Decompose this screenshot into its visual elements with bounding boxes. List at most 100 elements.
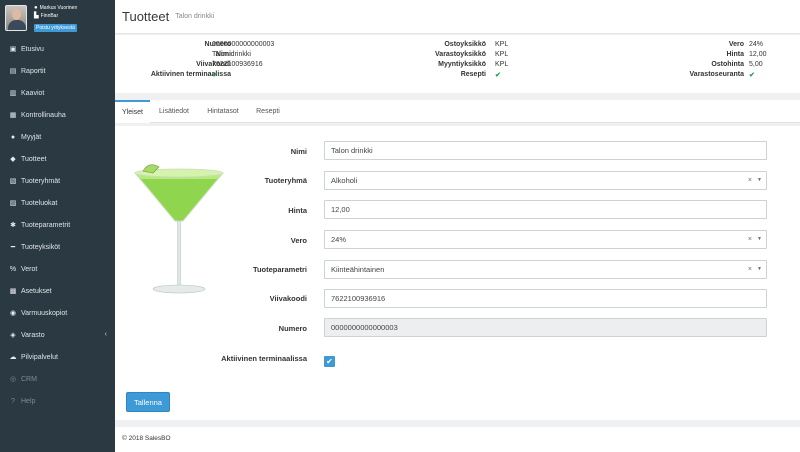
avatar <box>5 5 27 31</box>
tab-bar: Yleiset Lisätiedot Hintatasot Resepti <box>115 100 800 123</box>
sidebar-item-tuoteparametrit[interactable]: ✱ Tuoteparametrit <box>0 214 115 236</box>
numero-label: Numero <box>278 324 307 333</box>
info-value: 24% <box>749 41 764 48</box>
sidebar-item-varasto[interactable]: ◈ Varasto ‹ <box>0 324 115 346</box>
tax-value: 24% <box>331 235 347 244</box>
user-name-row: ● Markus Vuorinen <box>34 5 77 12</box>
chevron-down-icon: ▼ <box>757 177 762 183</box>
info-value: Talon drinkki <box>212 51 251 58</box>
number-field: 0000000000000003 <box>324 318 767 337</box>
info-value: KPL <box>495 61 509 68</box>
barcode-field[interactable]: 7622100936916 <box>324 289 767 308</box>
info-label: Varastoyksikkö <box>435 51 486 58</box>
sidebar-item-kontrollinauha[interactable]: ▦ Kontrollinauha <box>0 104 115 126</box>
class-icon: ▨ <box>9 200 17 207</box>
sidebar-item-tuoteyksikot[interactable]: ━ Tuoteyksiköt <box>0 236 115 258</box>
user-panel: ● Markus Vuorinen ▙ FinnBar Poistu yrityks… <box>0 0 115 38</box>
tuoteparametri-label: Tuoteparametri <box>252 265 307 274</box>
info-label: Ostohinta <box>711 61 744 68</box>
clear-icon[interactable]: × <box>748 261 752 278</box>
sidebar-item-crm[interactable]: ◎ CRM <box>0 368 115 390</box>
chevron-left-icon: ‹ <box>104 331 107 338</box>
info-label: Aktiivinen terminaalissa <box>150 71 231 78</box>
check-icon: ✔ <box>212 72 218 79</box>
info-value: 7622100936916 <box>212 61 263 68</box>
building-icon: ▙ <box>34 13 39 19</box>
sidebar-item-kaaviot[interactable]: ▥ Kaaviot <box>0 82 115 104</box>
product-group-value: Alkoholi <box>331 176 358 185</box>
company-row: ▙ FinnBar <box>34 13 58 20</box>
tab-hintatasot[interactable]: Hintatasot <box>199 100 247 123</box>
settings-icon: ▩ <box>9 288 17 295</box>
info-value: 12,00 <box>749 51 767 58</box>
info-value: KPL <box>495 51 509 58</box>
info-label: Vero <box>728 41 744 48</box>
tax-select[interactable]: 24% × ▼ <box>324 230 767 249</box>
save-button[interactable]: Tallenna <box>126 392 170 412</box>
stock-icon: ◈ <box>10 332 16 339</box>
price-field[interactable]: 12,00 <box>324 200 767 219</box>
sidebar-item-varmuuskopiot[interactable]: ◉ Varmuuskopiot <box>0 302 115 324</box>
active-terminal-checkbox[interactable]: ✔ <box>324 356 335 367</box>
info-label: Resepti <box>460 71 486 78</box>
clear-icon[interactable]: × <box>748 172 752 189</box>
info-value: 0000000000000003 <box>212 41 275 48</box>
vero-label: Vero <box>290 236 307 245</box>
sidebar-item-verot[interactable]: % Verot <box>0 258 115 280</box>
gear-icon: ✱ <box>10 222 16 229</box>
info-label: Myyntiyksikkö <box>438 61 486 68</box>
page-header: Tuotteet Talon drinkki <box>115 0 800 34</box>
sidebar-item-asetukset[interactable]: ▩ Asetukset <box>0 280 115 302</box>
info-value: KPL <box>495 41 509 48</box>
product-group-select[interactable]: Alkoholi × ▼ <box>324 171 767 190</box>
page-subtitle: Talon drinkki <box>175 13 215 20</box>
product-summary: Numero 0000000000000003 Nimi Talon drink… <box>115 35 800 93</box>
info-label: Ostoyksikkö <box>444 41 486 48</box>
unit-icon: ━ <box>10 244 16 251</box>
sidebar-item-myyjat[interactable]: ● Myyjät <box>0 126 115 148</box>
tab-resepti[interactable]: Resepti <box>249 100 287 123</box>
tuoteryhma-label: Tuoteryhmä <box>264 176 307 185</box>
footer: © 2018 SalesBO <box>115 427 800 452</box>
info-label: Hinta <box>726 51 745 58</box>
sidebar-item-raportit[interactable]: ▤ Raportit <box>0 60 115 82</box>
product-parameter-value: Kiinteähintainen <box>331 265 385 274</box>
sidebar-item-tuoteryhmat[interactable]: ▧ Tuoteryhmät <box>0 170 115 192</box>
name-field[interactable]: Talon drinkki <box>324 141 767 160</box>
help-icon: ? <box>11 397 15 405</box>
info-label: Varastoseuranta <box>689 71 744 78</box>
user-icon: ● <box>34 5 38 11</box>
sidebar-item-tuoteluokat[interactable]: ▨ Tuoteluokat <box>0 192 115 214</box>
chevron-down-icon: ▼ <box>757 266 762 272</box>
backup-icon: ◉ <box>9 310 17 317</box>
receipt-icon: ▦ <box>9 112 17 119</box>
sidebar: ● Markus Vuorinen ▙ FinnBar Poistu yrityks… <box>0 0 115 452</box>
chart-icon: ▥ <box>9 90 17 97</box>
logout-button[interactable]: Poistu yrityksestä <box>34 24 77 32</box>
tab-yleiset[interactable]: Yleiset <box>115 100 150 123</box>
clear-icon[interactable]: × <box>748 231 752 248</box>
company-name: FinnBar <box>40 13 59 19</box>
users-icon: ● <box>10 133 16 141</box>
chevron-down-icon: ▼ <box>757 236 762 242</box>
dashboard-icon: ▣ <box>9 46 17 53</box>
hinta-label: Hinta <box>288 206 307 215</box>
sidebar-item-pilvipalvelut[interactable]: ☁ Pilvipalvelut <box>0 346 115 368</box>
sidebar-item-etusivu[interactable]: ▣ Etusivu <box>0 38 115 60</box>
tab-lisatiedot[interactable]: Lisätiedot <box>152 100 196 123</box>
cloud-icon: ☁ <box>9 354 17 361</box>
page-title: Tuotteet <box>122 9 170 24</box>
product-parameter-select[interactable]: Kiinteähintainen × ▼ <box>324 260 767 279</box>
report-icon: ▤ <box>9 68 17 75</box>
viivakoodi-label: Viivakoodi <box>269 294 307 303</box>
check-icon: ✔ <box>495 72 501 79</box>
folder-icon: ▧ <box>9 178 17 185</box>
user-name: Markus Vuorinen <box>39 5 78 11</box>
tag-icon: ◆ <box>10 156 16 163</box>
crm-icon: ◎ <box>9 376 17 383</box>
active-terminal-label: Aktiivinen terminaalissa <box>221 354 307 363</box>
sidebar-item-help[interactable]: ? Help <box>0 390 115 412</box>
percent-icon: % <box>9 265 17 273</box>
info-value: 5,00 <box>749 61 763 68</box>
sidebar-item-tuotteet[interactable]: ◆ Tuotteet <box>0 148 115 170</box>
